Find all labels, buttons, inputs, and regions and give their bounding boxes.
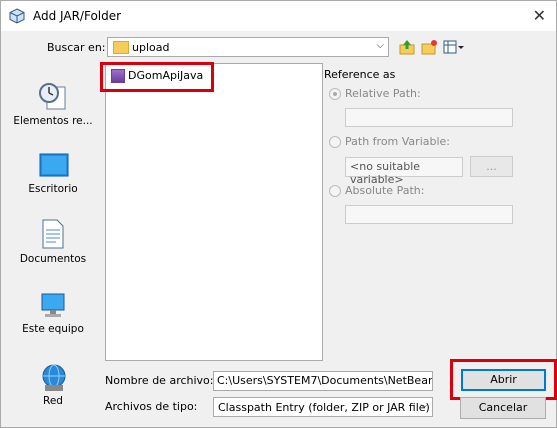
new-folder-icon[interactable] (420, 38, 438, 56)
variable-placeholder: <no suitable variable> (350, 160, 421, 186)
path-from-variable-radio[interactable] (329, 136, 341, 148)
highlight-box-file (100, 62, 214, 92)
file-type-value: Classpath Entry (folder, ZIP or JAR file… (218, 401, 430, 414)
look-in-label: Buscar en: (47, 41, 106, 54)
path-from-variable-label: Path from Variable: (345, 135, 450, 148)
relative-path-field[interactable] (345, 108, 513, 127)
netbeans-cube-icon (9, 8, 25, 24)
recent-items-icon (39, 83, 66, 110)
place-desktop[interactable]: Escritorio (7, 153, 99, 203)
title-bar: Add JAR/Folder ✕ (1, 1, 556, 31)
absolute-path-label: Absolute Path: (345, 184, 425, 197)
window-title: Add JAR/Folder (33, 9, 122, 23)
place-label-this-pc: Este equipo (22, 323, 84, 335)
reference-as-title: Reference as (324, 68, 396, 81)
chevron-down-icon[interactable]: ⌵ (376, 40, 384, 51)
absolute-path-field[interactable] (345, 205, 513, 224)
place-documents[interactable]: Documentos (7, 219, 99, 269)
variable-browse-button[interactable]: ... (470, 156, 513, 177)
file-name-label: Nombre de archivo: (105, 374, 214, 387)
place-label-recent: Elementos re... (13, 115, 93, 127)
computer-icon (41, 293, 65, 317)
file-list[interactable]: DGomApiJava (105, 63, 323, 361)
file-type-combobox[interactable]: Classpath Entry (folder, ZIP or JAR file… (213, 397, 433, 417)
look-in-value: upload (132, 41, 170, 54)
highlight-box-open (450, 359, 557, 400)
place-label-documents: Documentos (19, 253, 87, 265)
relative-path-label: Relative Path: (345, 87, 421, 100)
view-menu-icon[interactable] (442, 38, 466, 56)
place-label-network: Red (43, 395, 63, 407)
places-bar: Elementos re... Escritorio Documentos Es… (7, 67, 99, 417)
place-network[interactable]: Red (7, 363, 99, 413)
network-icon (42, 364, 66, 391)
documents-icon (42, 219, 64, 249)
folder-icon (113, 41, 129, 54)
file-type-label: Archivos de tipo: (105, 400, 198, 413)
add-jar-folder-dialog: Add JAR/Folder ✕ Buscar en: upload ⌵ Ele… (0, 0, 557, 428)
place-recent[interactable]: Elementos re... (7, 81, 99, 141)
cancel-button[interactable]: Cancelar (460, 397, 546, 419)
chevron-down-icon[interactable]: ⌵ (420, 400, 428, 411)
absolute-path-radio[interactable] (329, 185, 341, 197)
variable-combobox[interactable]: <no suitable variable> (345, 157, 463, 186)
relative-path-radio[interactable] (329, 88, 341, 100)
desktop-icon (39, 153, 69, 177)
up-folder-icon[interactable] (398, 38, 416, 56)
place-label-desktop: Escritorio (28, 183, 78, 195)
look-in-combobox[interactable]: upload ⌵ (107, 37, 389, 57)
close-icon[interactable]: ✕ (533, 6, 546, 25)
place-this-pc[interactable]: Este equipo (7, 291, 99, 341)
file-name-input[interactable]: C:\Users\SYSTEM7\Documents\NetBeansPrc (213, 371, 433, 391)
